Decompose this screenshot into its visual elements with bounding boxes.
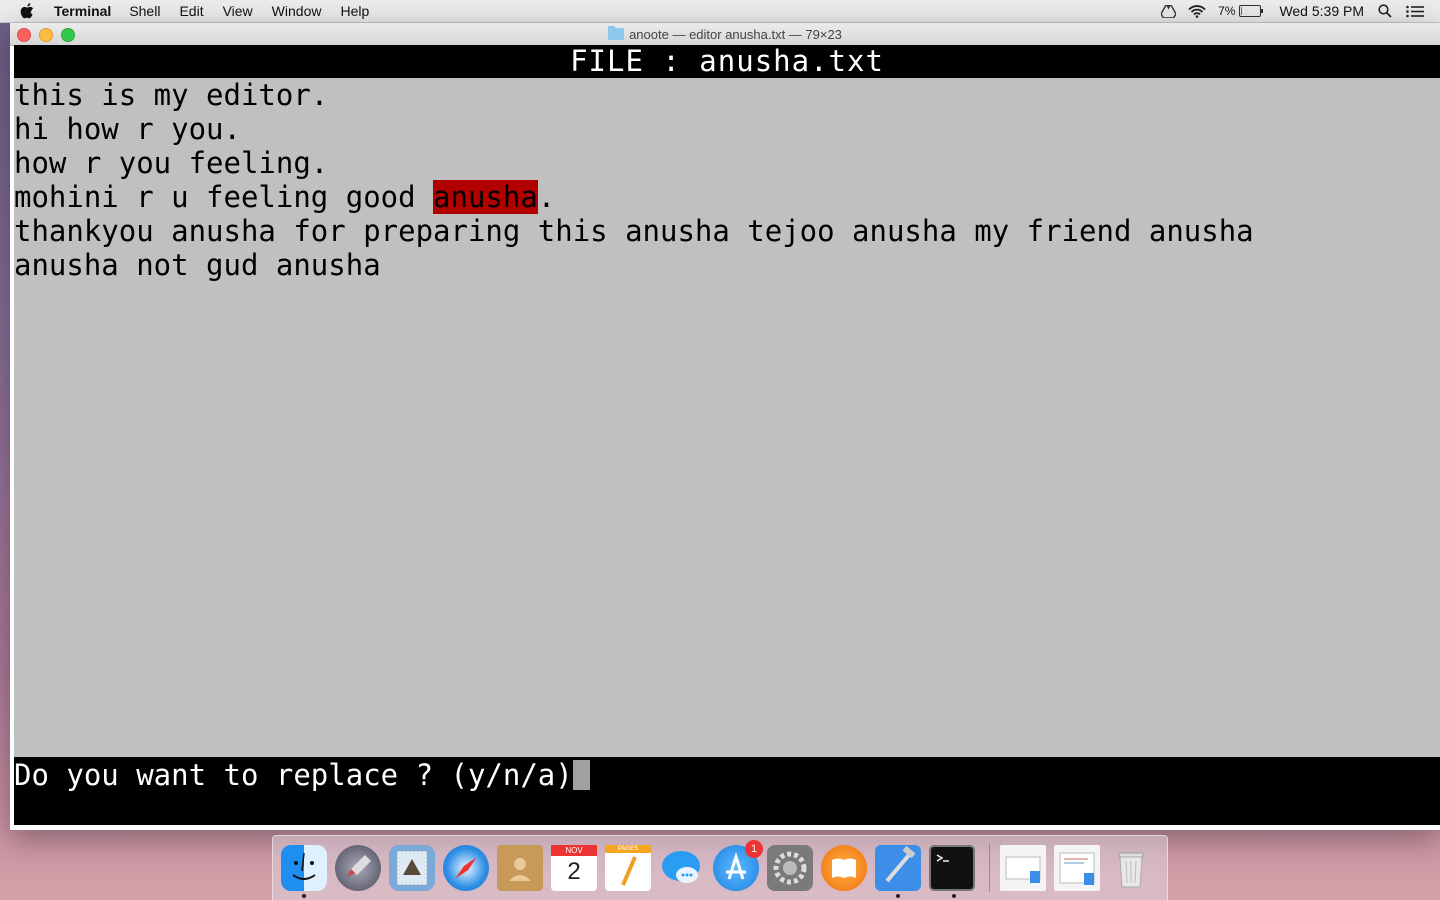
trash-can-icon [1118,852,1144,888]
folder-icon [608,26,625,40]
ibooks-icon[interactable] [821,845,867,891]
text-line: thankyou anusha for preparing this anush… [14,214,1440,248]
text-line: anusha not gud anusha [14,248,1440,282]
zoom-button[interactable] [61,28,75,42]
editor-file-header: FILE : anusha.txt [14,45,1440,78]
launchpad-icon[interactable] [335,845,381,891]
menu-bar: Terminal Shell Edit View Window Help 7% … [0,0,1440,23]
menu-edit[interactable]: Edit [179,3,203,19]
replace-prompt: Do you want to replace ? (y/n/a) [14,758,1440,792]
calendar-month: NOV [551,845,597,856]
prompt-text: Do you want to replace ? (y/n/a) [14,758,573,792]
text-line: how r you feeling. [14,146,1440,180]
finder-icon[interactable] [281,845,327,898]
speech-bubble-icon [662,851,700,883]
contacts-icon[interactable] [497,845,543,891]
gear-icon [773,851,807,885]
search-match-highlight: anusha [433,180,538,214]
dock: NOV 2 PAGES 1 [272,835,1168,900]
battery-icon[interactable] [1239,5,1264,17]
menu-view[interactable]: View [223,3,253,19]
line-text: how r you feeling. [14,146,329,180]
window-titlebar[interactable]: anoote — editor anusha.txt — 79×23 [10,23,1440,46]
terminal-content[interactable]: FILE : anusha.txt this is my editor. hi … [14,45,1440,825]
line-text: thankyou anusha for preparing this anush… [14,214,1254,248]
app-store-icon[interactable]: 1 [713,840,763,891]
menu-help[interactable]: Help [340,3,369,19]
window-controls [17,28,83,42]
running-indicator [952,894,956,898]
trash-icon[interactable] [1108,845,1154,891]
line-text: mohini r u feeling good [14,180,434,214]
hammer-icon [885,845,916,883]
battery-percent: 7% [1218,4,1236,18]
downloads-preview-icon [1059,852,1095,885]
safari-icon[interactable] [443,845,489,891]
editor-text-area[interactable]: this is my editor. hi how r you. how r y… [14,78,1440,757]
text-line: mohini r u feeling good anusha. [14,180,1440,214]
clock[interactable]: Wed 5:39 PM [1279,3,1364,19]
pages-label: PAGES [605,845,651,853]
minimize-button[interactable] [39,28,53,42]
document-preview-icon [1005,856,1041,883]
text-line: this is my editor. [14,78,1440,112]
stamp-eagle-icon [396,850,428,886]
notification-center-icon[interactable] [1406,5,1424,18]
line-text: anusha not gud anusha [14,248,381,282]
line-text: this is my editor. [14,78,329,112]
line-text-after: . [537,180,556,214]
prompt-glyph-icon [936,854,949,862]
calendar-icon[interactable]: NOV 2 [551,845,597,891]
spotlight-search-icon[interactable] [1378,4,1392,18]
running-indicator [896,894,900,898]
running-indicator [302,894,306,898]
book-icon [832,858,856,878]
text-cursor [572,760,590,790]
line-text: hi how r you. [14,112,241,146]
compass-icon [455,857,477,879]
dock-separator [989,844,990,892]
mail-icon[interactable] [389,845,435,891]
window-title: anoote — editor anusha.txt — 79×23 [629,26,842,42]
notification-badge: 1 [745,840,763,858]
terminal-icon[interactable] [929,845,975,898]
menu-shell[interactable]: Shell [129,3,160,19]
close-button[interactable] [17,28,31,42]
pages-icon[interactable]: PAGES [605,845,651,891]
terminal-window: anoote — editor anusha.txt — 79×23 FILE … [10,23,1440,830]
rocket-icon [347,855,371,877]
document-stack-icon[interactable] [1000,845,1046,891]
xcode-icon[interactable] [875,845,921,898]
apple-logo-icon[interactable] [20,3,34,19]
person-icon [509,858,531,881]
downloads-stack-icon[interactable] [1054,845,1100,891]
battery-fill [1241,7,1243,15]
menu-app-name[interactable]: Terminal [54,3,111,19]
messages-icon[interactable] [659,845,705,891]
menu-window[interactable]: Window [272,3,322,19]
calendar-day: 2 [567,858,581,885]
text-line: hi how r you. [14,112,1440,146]
pen-icon [621,856,637,886]
google-drive-icon[interactable] [1161,4,1177,18]
finder-face [292,852,316,880]
wifi-icon[interactable] [1188,4,1206,18]
system-preferences-icon[interactable] [767,845,813,891]
